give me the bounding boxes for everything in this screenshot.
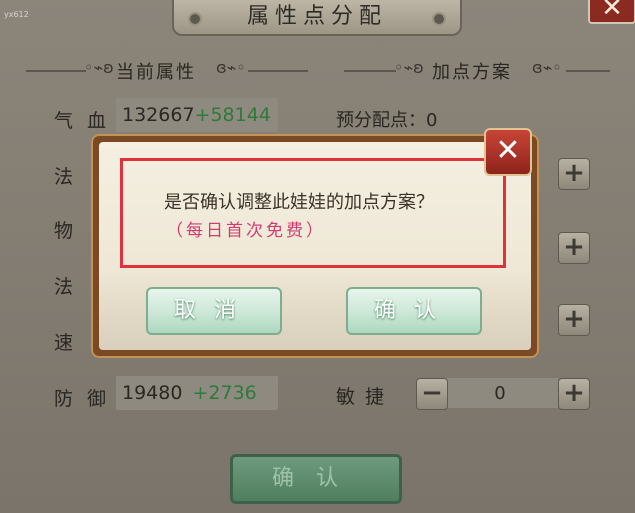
stud-icon bbox=[188, 12, 202, 26]
confirm-button[interactable]: 确认 bbox=[230, 454, 402, 504]
plus-button[interactable]: + bbox=[558, 304, 590, 336]
attr-base: 19480 bbox=[122, 382, 183, 404]
attr-bonus: +58144 bbox=[194, 104, 271, 126]
attr-value-hp: 132667+58144 bbox=[116, 98, 278, 132]
attr-label-hp: 气血 bbox=[54, 110, 121, 132]
current-attributes-title: 当前属性 bbox=[116, 62, 196, 83]
attr-label-magic-2: 法 bbox=[54, 276, 88, 298]
dialog-confirm-button[interactable]: 确认 bbox=[346, 287, 482, 335]
dialog-cancel-button[interactable]: 取消 bbox=[146, 287, 282, 335]
divider bbox=[566, 70, 610, 72]
highlight-frame bbox=[120, 158, 506, 268]
game-screen: yx612 属性点分配 ✕ ◦⌁ʚ 当前属性 ɞ⌁◦ ◦⌁ʚ 加点方案 ɞ⌁◦ … bbox=[0, 0, 635, 513]
plan-title: 加点方案 bbox=[432, 62, 512, 83]
title-plate: 属性点分配 bbox=[172, 0, 462, 36]
divider bbox=[344, 70, 396, 72]
attr-base: 132667 bbox=[122, 104, 195, 126]
divider bbox=[248, 70, 308, 72]
attr-label-speed: 速 bbox=[54, 332, 88, 354]
page-title: 属性点分配 bbox=[246, 4, 387, 29]
attr-label-magic: 法 bbox=[54, 166, 88, 188]
agility-label: 敏捷 bbox=[336, 386, 395, 408]
watermark-text: yx612 bbox=[4, 10, 29, 19]
scroll-ornament-icon: ɞ⌁◦ bbox=[216, 58, 246, 77]
scroll-ornament-icon: ɞ⌁◦ bbox=[532, 58, 562, 77]
agility-value: 0 bbox=[494, 383, 506, 404]
scroll-ornament-icon: ◦⌁ʚ bbox=[84, 58, 114, 77]
plus-button[interactable]: + bbox=[558, 232, 590, 264]
divider bbox=[26, 70, 86, 72]
agility-minus-button[interactable]: − bbox=[416, 378, 448, 410]
attr-label-defense: 防御 bbox=[54, 388, 121, 410]
stud-icon bbox=[432, 12, 446, 26]
attr-value-defense: 19480 +2736 bbox=[116, 376, 278, 410]
close-icon: ✕ bbox=[495, 133, 521, 168]
attr-bonus: +2736 bbox=[192, 382, 257, 404]
attr-label-physical: 物 bbox=[54, 220, 88, 242]
pre-allocated-points: 预分配点：0 bbox=[336, 110, 438, 131]
scroll-ornament-icon: ◦⌁ʚ bbox=[394, 58, 424, 77]
panel-close-button[interactable]: ✕ bbox=[588, 0, 635, 24]
agility-plus-button[interactable]: + bbox=[558, 378, 590, 410]
plus-button[interactable]: + bbox=[558, 158, 590, 190]
dialog-close-button[interactable]: ✕ bbox=[484, 128, 532, 176]
